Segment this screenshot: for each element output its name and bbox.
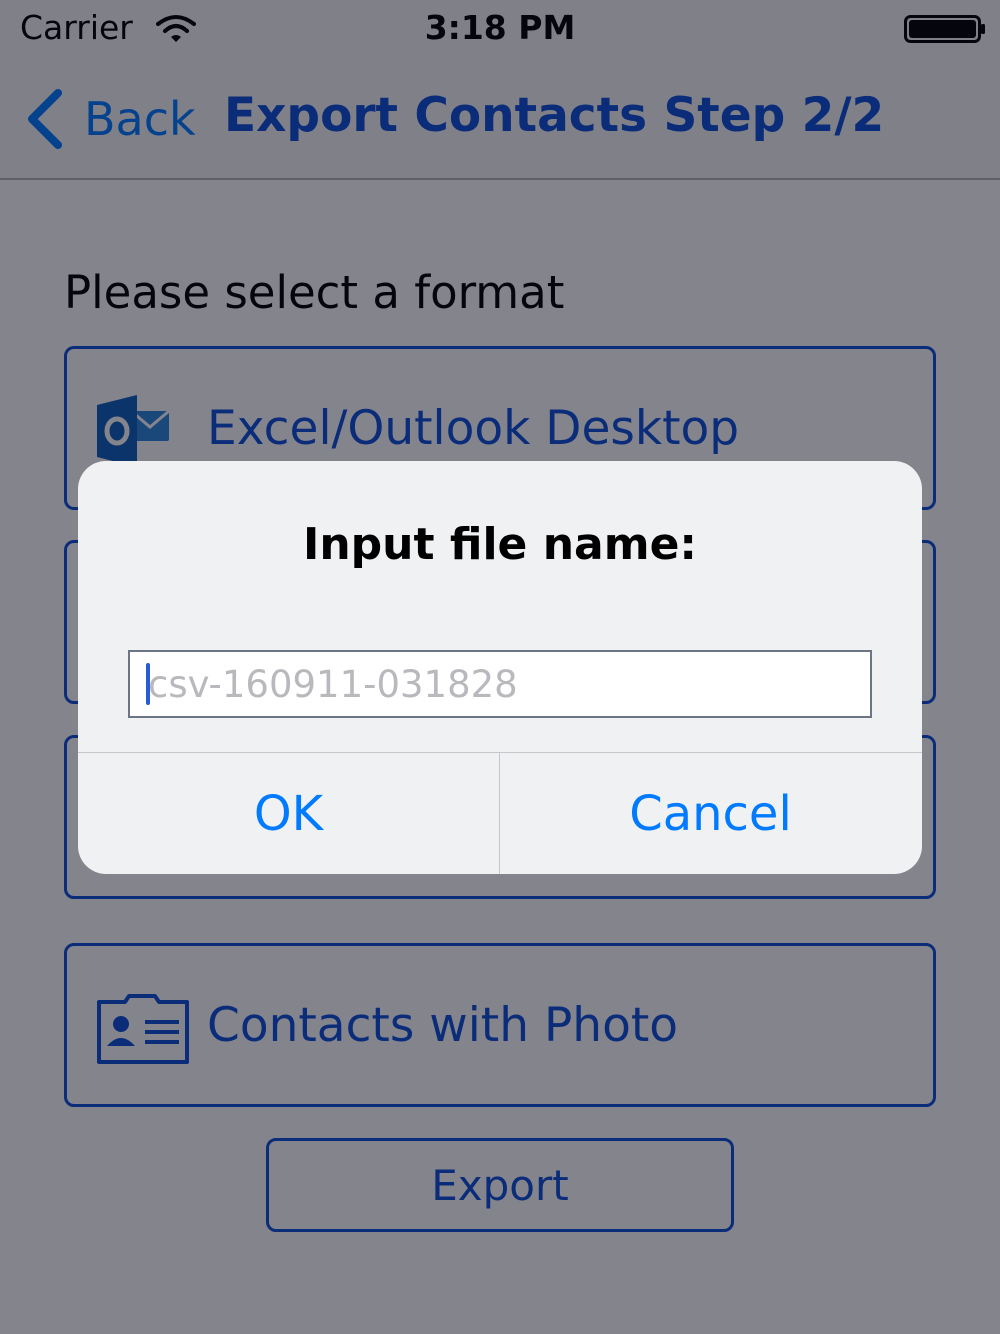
file-name-alert: Input file name: csv-160911-031828 OK Ca… <box>78 461 922 874</box>
file-name-input[interactable]: csv-160911-031828 <box>128 650 872 718</box>
screen: Carrier 3:18 PM Back Export Contacts Ste… <box>0 0 1000 1334</box>
file-name-placeholder: csv-160911-031828 <box>148 662 518 706</box>
alert-title: Input file name: <box>302 519 698 570</box>
cancel-button[interactable]: Cancel <box>500 753 921 874</box>
ok-button[interactable]: OK <box>78 753 499 874</box>
